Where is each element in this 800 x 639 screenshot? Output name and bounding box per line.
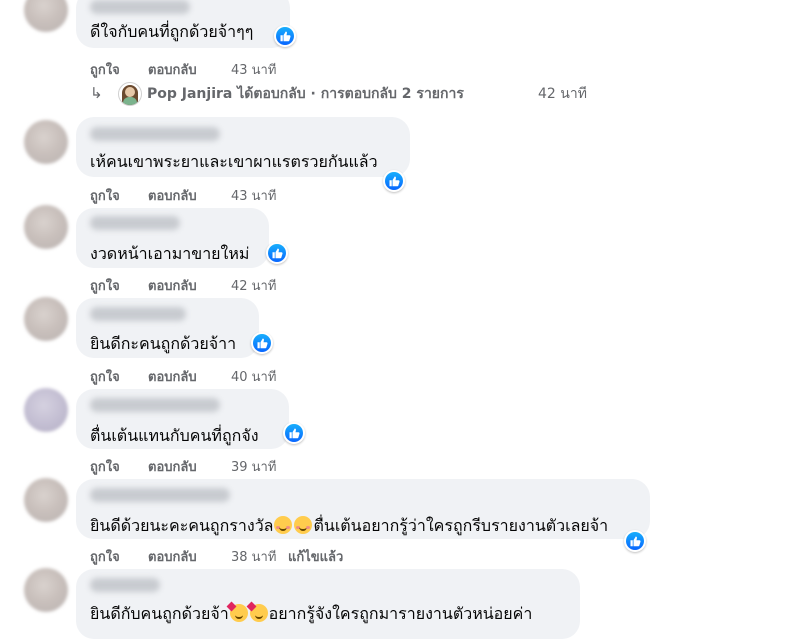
like-reaction-badge[interactable] — [274, 25, 296, 47]
thumbs-up-icon — [389, 176, 400, 187]
comment-timestamp[interactable]: 43 นาที — [231, 185, 276, 206]
comment-bubble: เห้คนเขาพระยาและเขาผาแรตรวยกันแล้ว — [76, 117, 410, 177]
reply-button[interactable]: ตอบกลับ — [148, 59, 197, 80]
comment-text-part: ยินดีด้วยนะคะคนถูกรางวัล — [90, 516, 274, 535]
reply-summary-label[interactable]: Pop Janjira ได้ตอบกลับ · การตอบกลับ 2 รา… — [147, 83, 464, 105]
commenter-name-blurred — [90, 578, 160, 592]
comment-text: ยินดีกับคนถูกด้วยจ้า อยากรู้จังใครถูกมารา… — [90, 601, 533, 627]
like-reaction-badge[interactable] — [251, 332, 273, 354]
comment-text: เห้คนเขาพระยาและเขาผาแรตรวยกันแล้ว — [90, 152, 378, 171]
like-button[interactable]: ถูกใจ — [90, 456, 120, 477]
reply-button[interactable]: ตอบกลับ — [148, 546, 197, 567]
avatar[interactable] — [24, 388, 68, 432]
comment-bubble: ยินดีด้วยนะคะคนถูกรางวัล ตื่นเต้นอยากรู้ว… — [76, 479, 650, 539]
commenter-name-blurred — [90, 216, 180, 230]
avatar[interactable] — [24, 120, 68, 164]
like-reaction-badge[interactable] — [383, 170, 405, 192]
commenter-name-blurred — [90, 488, 230, 502]
avatar[interactable] — [24, 205, 68, 249]
reply-arrow-icon: ↳ — [90, 84, 103, 102]
commenter-name-blurred — [90, 307, 186, 321]
edited-label: แก้ไขแล้ว — [288, 550, 344, 565]
thumbs-up-icon — [257, 338, 268, 349]
comment-timestamp[interactable]: 42 นาที — [231, 275, 276, 296]
smiling-blush-emoji-icon — [274, 516, 293, 534]
reply-button[interactable]: ตอบกลับ — [148, 185, 197, 206]
comment-bubble: ตื่นเต้นแทนกับคนที่ถูกจัง — [76, 389, 289, 449]
comment-text: ยินดีกะคนถูกด้วยจ้าา — [90, 334, 237, 353]
smiling-blush-emoji-icon — [294, 516, 313, 534]
like-button[interactable]: ถูกใจ — [90, 275, 120, 296]
reply-button[interactable]: ตอบกลับ — [148, 275, 197, 296]
comment-text-part: ตื่นเต้นอยากรู้ว่าใครถูกรีบรายงานตัวเลยจ… — [313, 516, 609, 535]
like-reaction-badge[interactable] — [266, 242, 288, 264]
comment-text: ดีใจกับคนที่ถูกด้วยจ้าๆๆ — [90, 22, 254, 41]
commenter-name-blurred — [90, 398, 220, 412]
reply-button[interactable]: ตอบกลับ — [148, 456, 197, 477]
thumbs-up-icon — [630, 536, 641, 547]
comment-bubble: ดีใจกับคนที่ถูกด้วยจ้าๆๆ — [76, 0, 290, 48]
comment-text: งวดหน้าเอามาขายใหม่ — [90, 244, 250, 263]
like-reaction-badge[interactable] — [624, 530, 646, 552]
comment-text: ยินดีด้วยนะคะคนถูกรางวัล ตื่นเต้นอยากรู้ว… — [90, 514, 608, 539]
avatar[interactable] — [24, 0, 68, 32]
comment-bubble: งวดหน้าเอามาขายใหม่ — [76, 208, 269, 268]
like-reaction-badge[interactable] — [283, 422, 305, 444]
comment-timestamp[interactable]: 40 นาที — [231, 366, 276, 387]
comment-text-part: ยินดีกับคนถูกด้วยจ้า — [90, 604, 229, 623]
like-button[interactable]: ถูกใจ — [90, 546, 120, 567]
smiling-face-with-hearts-emoji-icon — [246, 601, 268, 622]
avatar[interactable] — [24, 478, 68, 522]
reply-timestamp: 42 นาที — [538, 86, 587, 102]
like-button[interactable]: ถูกใจ — [90, 59, 120, 80]
thumbs-up-icon — [272, 248, 283, 259]
comment-text-part: อยากรู้จังใครถูกมารายงานตัวหน่อยค่า — [268, 604, 533, 623]
comment-bubble: ยินดีกะคนถูกด้วยจ้าา — [76, 298, 259, 358]
comment-text: ตื่นเต้นแทนกับคนที่ถูกจัง — [90, 426, 259, 445]
comment-timestamp[interactable]: 38 นาที — [231, 546, 276, 567]
avatar[interactable] — [24, 568, 68, 612]
thumbs-up-icon — [280, 31, 291, 42]
commenter-name-blurred — [90, 0, 190, 14]
reply-button[interactable]: ตอบกลับ — [148, 366, 197, 387]
comment-timestamp[interactable]: 39 นาที — [231, 456, 276, 477]
smiling-face-with-hearts-emoji-icon — [226, 601, 248, 622]
like-button[interactable]: ถูกใจ — [90, 366, 120, 387]
thumbs-up-icon — [289, 428, 300, 439]
commenter-name-blurred — [90, 127, 220, 141]
comment-timestamp[interactable]: 43 นาที — [231, 59, 276, 80]
avatar[interactable] — [24, 297, 68, 341]
comment-bubble: ยินดีกับคนถูกด้วยจ้า อยากรู้จังใครถูกมารา… — [76, 569, 580, 639]
avatar — [118, 82, 142, 106]
like-button[interactable]: ถูกใจ — [90, 185, 120, 206]
